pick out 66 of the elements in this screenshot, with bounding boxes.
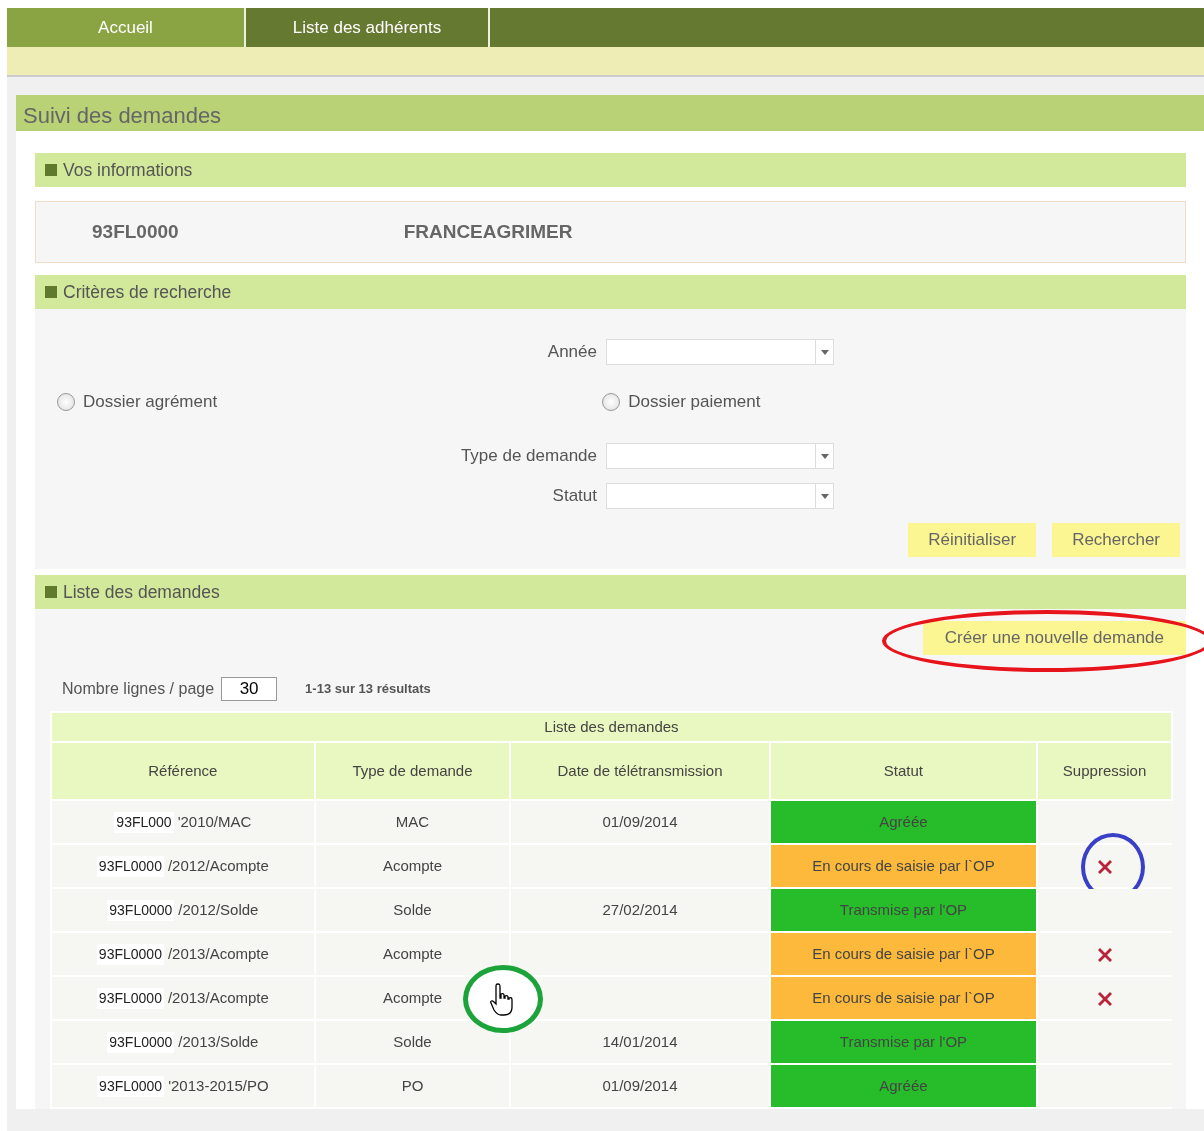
reference-code: 93FL0000	[96, 943, 164, 965]
rows-per-page-label: Nombre lignes / page	[62, 679, 215, 699]
action-button[interactable]: Rechercher	[1052, 523, 1180, 557]
rows-per-page-field[interactable]: 30	[221, 677, 278, 701]
status-cell: Agréée	[769, 1064, 1038, 1108]
column-header: Type de demande	[314, 742, 511, 800]
bullet-icon	[45, 164, 57, 176]
select-field[interactable]	[606, 443, 834, 469]
table-cell: MAC	[314, 800, 511, 844]
radio-button[interactable]	[602, 393, 621, 411]
column-header: Statut	[769, 742, 1038, 800]
page-title: Suivi des demandes	[16, 95, 1204, 131]
status-cell: En cours de saisie par l`OP	[769, 976, 1038, 1020]
section-title: Vos informations	[63, 158, 193, 182]
status-cell: Transmise par l'OP	[769, 1020, 1038, 1064]
reference-suffix: '2010/MAC	[177, 811, 252, 832]
reference-code: 93FL0000	[107, 899, 175, 921]
reference-code: 93FL0000	[97, 1075, 165, 1097]
table-cell: Solde	[314, 888, 511, 932]
table-cell: 01/09/2014	[510, 1064, 770, 1108]
table-cell: PO	[314, 1064, 511, 1108]
dropdown-caret-icon	[820, 493, 829, 499]
column-header: Date de télétransmission	[510, 742, 770, 800]
status-cell: En cours de saisie par l`OP	[769, 844, 1038, 888]
create-request-button[interactable]: Créer une nouvelle demande	[922, 621, 1186, 655]
dropdown-caret-icon	[820, 453, 829, 459]
reference-suffix: /2013/Acompte	[167, 987, 269, 1008]
result-count: 1-13 sur 13 résultats	[305, 680, 431, 699]
field-label: Type de demande	[459, 445, 598, 468]
table-cell: 01/09/2014	[510, 800, 770, 844]
field-label: Statut	[551, 485, 598, 508]
table-cell: Acompte	[314, 932, 511, 976]
radio-button[interactable]	[57, 393, 75, 411]
status-cell: Transmise par l'OP	[769, 888, 1038, 932]
reference-code: 93FL0000	[107, 1031, 175, 1053]
select-field[interactable]	[606, 483, 834, 509]
nav-tab[interactable]: Accueil	[7, 8, 246, 47]
reference-suffix: /2012/Solde	[178, 899, 259, 920]
action-button[interactable]: Réinitialiser	[908, 523, 1037, 557]
column-header: Suppression	[1037, 742, 1172, 800]
table-caption: Liste des demandes	[51, 712, 1172, 742]
select-field[interactable]	[606, 339, 834, 365]
table-cell: Solde	[314, 1020, 511, 1064]
member-code: 93FL0000	[92, 219, 179, 244]
dropdown-caret-icon	[820, 349, 829, 355]
reference-code: 93FL000	[114, 811, 174, 833]
reference-code: 93FL0000	[96, 855, 164, 877]
reference-suffix: /2013/Solde	[178, 1031, 259, 1052]
table-cell: Acompte	[314, 844, 511, 888]
radio-label: Dossier agrément	[83, 391, 218, 414]
section-title: Critères de recherche	[63, 280, 232, 304]
member-name: FRANCEAGRIMER	[403, 219, 573, 244]
field-label: Année	[546, 341, 598, 364]
reference-suffix: /2012/Acompte	[167, 855, 269, 876]
column-header: Référence	[51, 742, 315, 800]
reference-suffix: '2013-2015/PO	[168, 1075, 269, 1096]
bullet-icon	[45, 286, 57, 298]
section-title: Liste des demandes	[63, 580, 220, 604]
status-cell: En cours de saisie par l`OP	[769, 932, 1038, 976]
reference-code: 93FL0000	[96, 987, 164, 1009]
status-cell: Agréée	[769, 800, 1038, 844]
table-cell: 14/01/2014	[510, 1020, 770, 1064]
bullet-icon	[45, 586, 57, 598]
table-cell: 27/02/2014	[510, 888, 770, 932]
radio-label: Dossier paiement	[628, 391, 761, 414]
reference-suffix: /2013/Acompte	[167, 943, 269, 964]
